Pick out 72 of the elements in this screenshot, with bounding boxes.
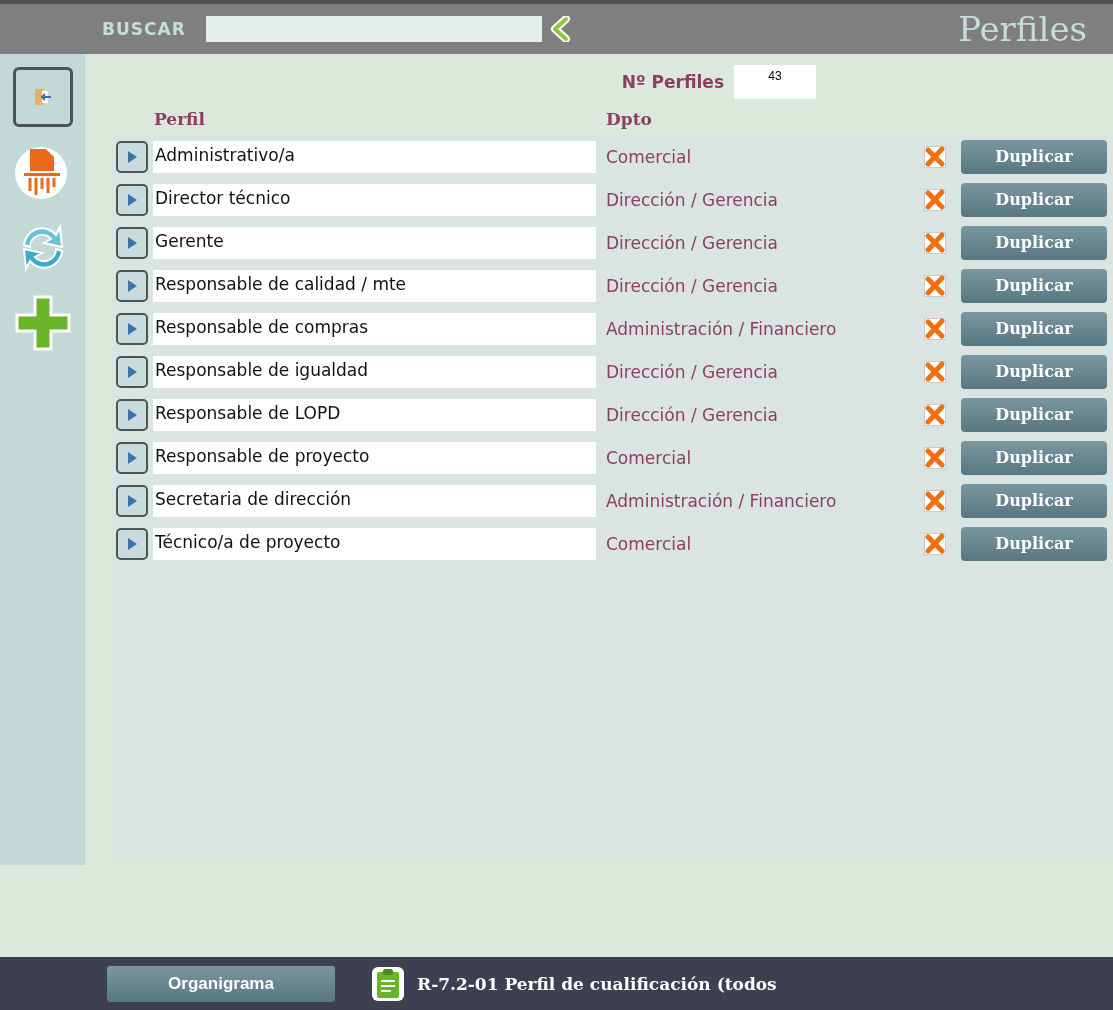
play-icon <box>127 236 137 249</box>
page-title: Perfiles <box>958 9 1087 49</box>
search-field[interactable] <box>205 16 542 42</box>
department-text: Comercial <box>606 146 693 167</box>
play-icon <box>127 494 137 507</box>
expand-button[interactable] <box>116 140 148 173</box>
checkbox[interactable] <box>924 446 946 469</box>
department-text: Dirección / Gerencia <box>606 189 779 210</box>
checkbox[interactable] <box>924 403 946 426</box>
clipboard-icon[interactable] <box>371 965 405 1002</box>
organigram-button[interactable]: Organigrama <box>107 965 335 1002</box>
department-text: Dirección / Gerencia <box>606 232 779 253</box>
play-icon <box>127 408 137 421</box>
profile-name-field[interactable]: Responsable de igualdad <box>153 355 596 388</box>
play-icon <box>127 365 137 378</box>
profile-name-field[interactable]: Responsable de proyecto <box>153 441 596 474</box>
count-label: Nº Perfiles <box>621 72 724 92</box>
expand-button[interactable] <box>116 183 148 216</box>
profile-name-field[interactable]: Responsable de compras <box>153 312 596 345</box>
expand-button[interactable] <box>116 226 148 259</box>
play-icon <box>127 279 137 292</box>
duplicate-button[interactable]: Duplicar <box>961 139 1107 174</box>
profile-name-field[interactable]: Responsable de LOPD <box>153 398 596 431</box>
column-header: Dpto <box>606 109 652 129</box>
report-link[interactable]: R-7.2-01 Perfil de cualificación (todos <box>417 973 777 994</box>
expand-button[interactable] <box>116 527 148 560</box>
checkbox[interactable] <box>924 489 946 512</box>
department-text: Dirección / Gerencia <box>606 275 779 296</box>
duplicate-button[interactable]: Duplicar <box>961 483 1107 518</box>
profile-name-field[interactable]: Gerente <box>153 226 596 259</box>
profile-name-field[interactable]: Técnico/a de proyecto <box>153 527 596 560</box>
play-icon <box>127 537 137 550</box>
profile-name-field[interactable]: Administrativo/a <box>153 140 596 173</box>
checkbox[interactable] <box>924 360 946 383</box>
duplicate-button[interactable]: Duplicar <box>961 268 1107 303</box>
department-text: Comercial <box>606 533 693 554</box>
duplicate-button[interactable]: Duplicar <box>961 182 1107 217</box>
duplicate-button[interactable]: Duplicar <box>961 440 1107 475</box>
duplicate-button[interactable]: Duplicar <box>961 225 1107 260</box>
expand-button[interactable] <box>116 484 148 517</box>
search-label: BUSCAR <box>102 19 186 39</box>
department-text: Dirección / Gerencia <box>606 404 779 425</box>
column-header: Perfil <box>154 109 206 129</box>
play-icon <box>127 150 137 163</box>
department-text: Administración / Financiero <box>606 318 838 339</box>
expand-button[interactable] <box>116 355 148 388</box>
exit-button[interactable] <box>12 67 73 127</box>
play-icon <box>127 322 137 335</box>
department-text: Administración / Financiero <box>606 490 838 511</box>
checkbox[interactable] <box>924 532 946 555</box>
expand-button[interactable] <box>116 312 148 345</box>
chevron-left-icon[interactable] <box>549 16 572 42</box>
play-icon <box>127 451 137 464</box>
duplicate-button[interactable]: Duplicar <box>961 354 1107 389</box>
profile-name-field[interactable]: Secretaria de dirección <box>153 484 596 517</box>
checkbox[interactable] <box>924 317 946 340</box>
profile-name-field[interactable]: Director técnico <box>153 183 596 216</box>
duplicate-button[interactable]: Duplicar <box>961 526 1107 561</box>
department-text: Comercial <box>606 447 693 468</box>
play-icon <box>127 193 137 206</box>
checkbox[interactable] <box>924 274 946 297</box>
expand-button[interactable] <box>116 269 148 302</box>
checkbox[interactable] <box>924 145 946 168</box>
checkbox[interactable] <box>924 231 946 254</box>
expand-button[interactable] <box>116 398 148 431</box>
duplicate-button[interactable]: Duplicar <box>961 397 1107 432</box>
department-text: Dirección / Gerencia <box>606 361 779 382</box>
profile-name-field[interactable]: Responsable de calidad / mte <box>153 269 596 302</box>
count-value: 43 <box>734 65 816 99</box>
duplicate-button[interactable]: Duplicar <box>961 311 1107 346</box>
checkbox[interactable] <box>924 188 946 211</box>
expand-button[interactable] <box>116 441 148 474</box>
